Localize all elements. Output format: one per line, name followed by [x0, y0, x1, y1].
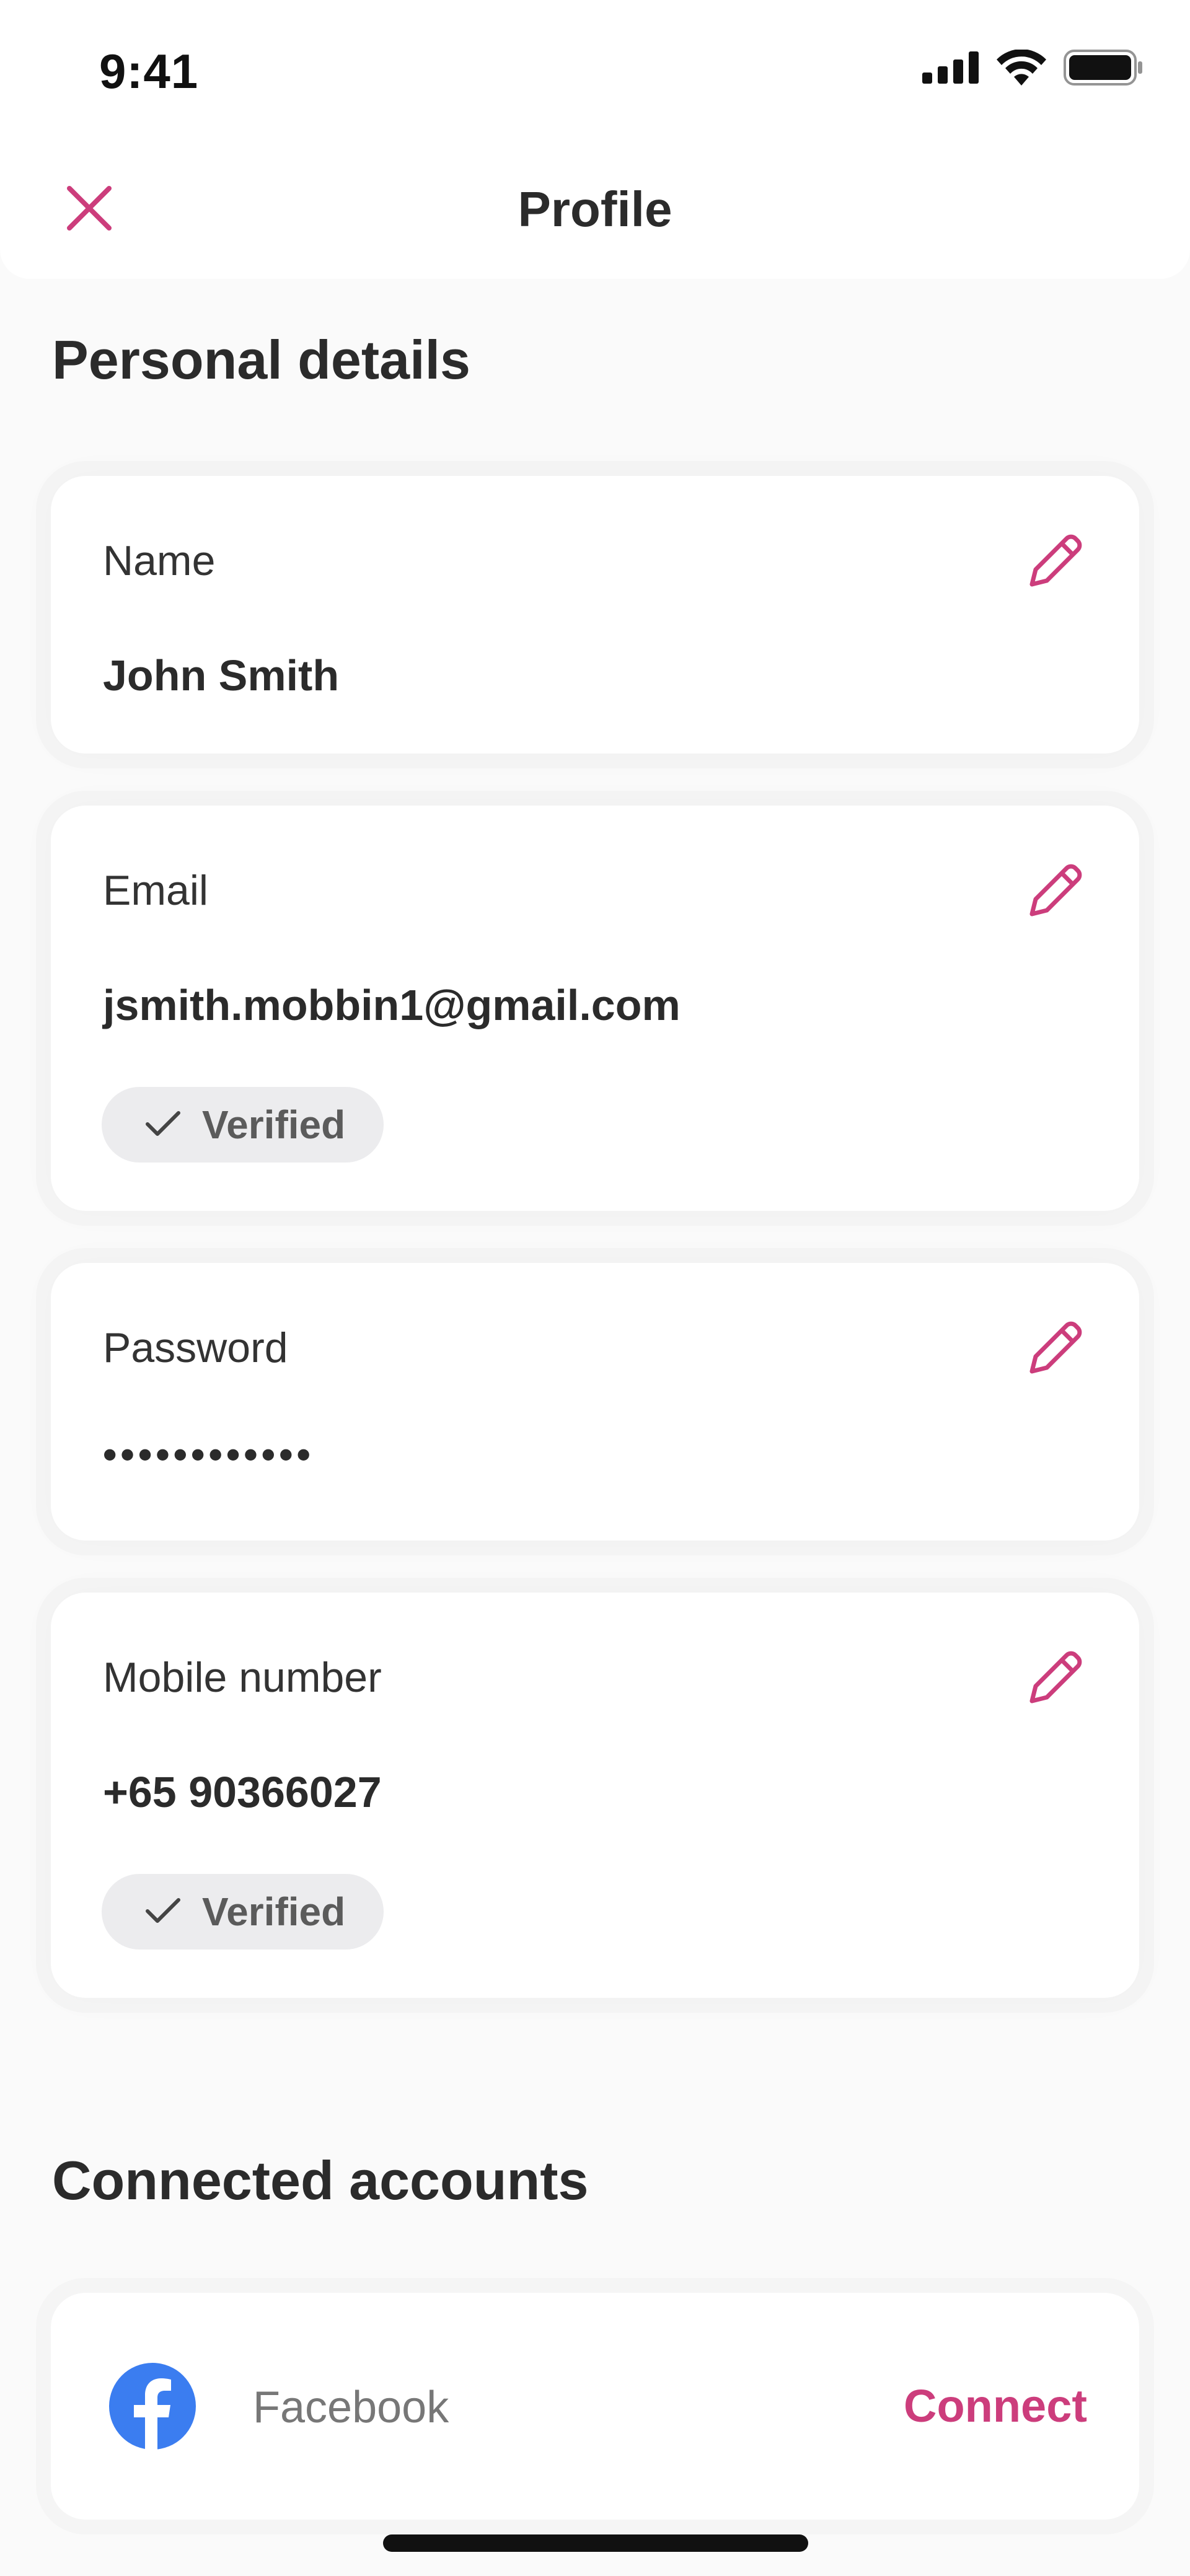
edit-email-button[interactable] [1021, 858, 1090, 926]
facebook-logo-icon [109, 2363, 196, 2450]
email-value: jsmith.mobbin1@gmail.com [103, 981, 681, 1029]
edit-name-button[interactable] [1021, 528, 1090, 596]
status-time: 9:41 [99, 44, 199, 99]
mobile-verified-badge: Verified [102, 1874, 384, 1950]
connected-accounts-heading: Connected accounts [52, 2150, 589, 2211]
page-title: Profile [518, 182, 672, 237]
pencil-icon [1025, 1317, 1086, 1382]
profile-header: Profile [0, 143, 1190, 279]
battery-icon [1064, 50, 1143, 89]
wifi-icon [997, 49, 1046, 89]
password-label: Password [103, 1324, 288, 1371]
status-bar: 9:41 [0, 0, 1190, 143]
name-label: Name [103, 537, 216, 584]
email-label: Email [103, 867, 209, 914]
checkmark-icon [145, 1109, 181, 1141]
password-card: Password •••••••••••• [51, 1263, 1139, 1541]
mobile-number-card: Mobile number +65 90366027 Verified [51, 1593, 1139, 1998]
facebook-account-name: Facebook [253, 2383, 449, 2432]
email-verified-badge: Verified [102, 1087, 384, 1163]
name-value: John Smith [103, 651, 340, 700]
edit-password-button[interactable] [1021, 1315, 1090, 1383]
mobile-number-label: Mobile number [103, 1654, 382, 1701]
personal-details-heading: Personal details [52, 329, 470, 390]
facebook-connect-button[interactable]: Connect [904, 2380, 1087, 2432]
cellular-signal-icon [922, 51, 979, 87]
pencil-icon [1025, 530, 1086, 595]
pencil-icon [1025, 859, 1086, 925]
status-icons [922, 49, 1143, 89]
password-value: •••••••••••• [103, 1432, 314, 1477]
pencil-icon [1025, 1646, 1086, 1712]
edit-mobile-number-button[interactable] [1021, 1645, 1090, 1713]
email-card: Email jsmith.mobbin1@gmail.com Verified [51, 806, 1139, 1211]
checkmark-icon [145, 1896, 181, 1928]
verified-label: Verified [202, 1102, 346, 1147]
mobile-number-value: +65 90366027 [103, 1768, 382, 1816]
home-indicator [383, 2534, 808, 2552]
verified-label: Verified [202, 1889, 346, 1934]
name-card: Name John Smith [51, 476, 1139, 754]
facebook-account-row: Facebook Connect [51, 2293, 1139, 2520]
